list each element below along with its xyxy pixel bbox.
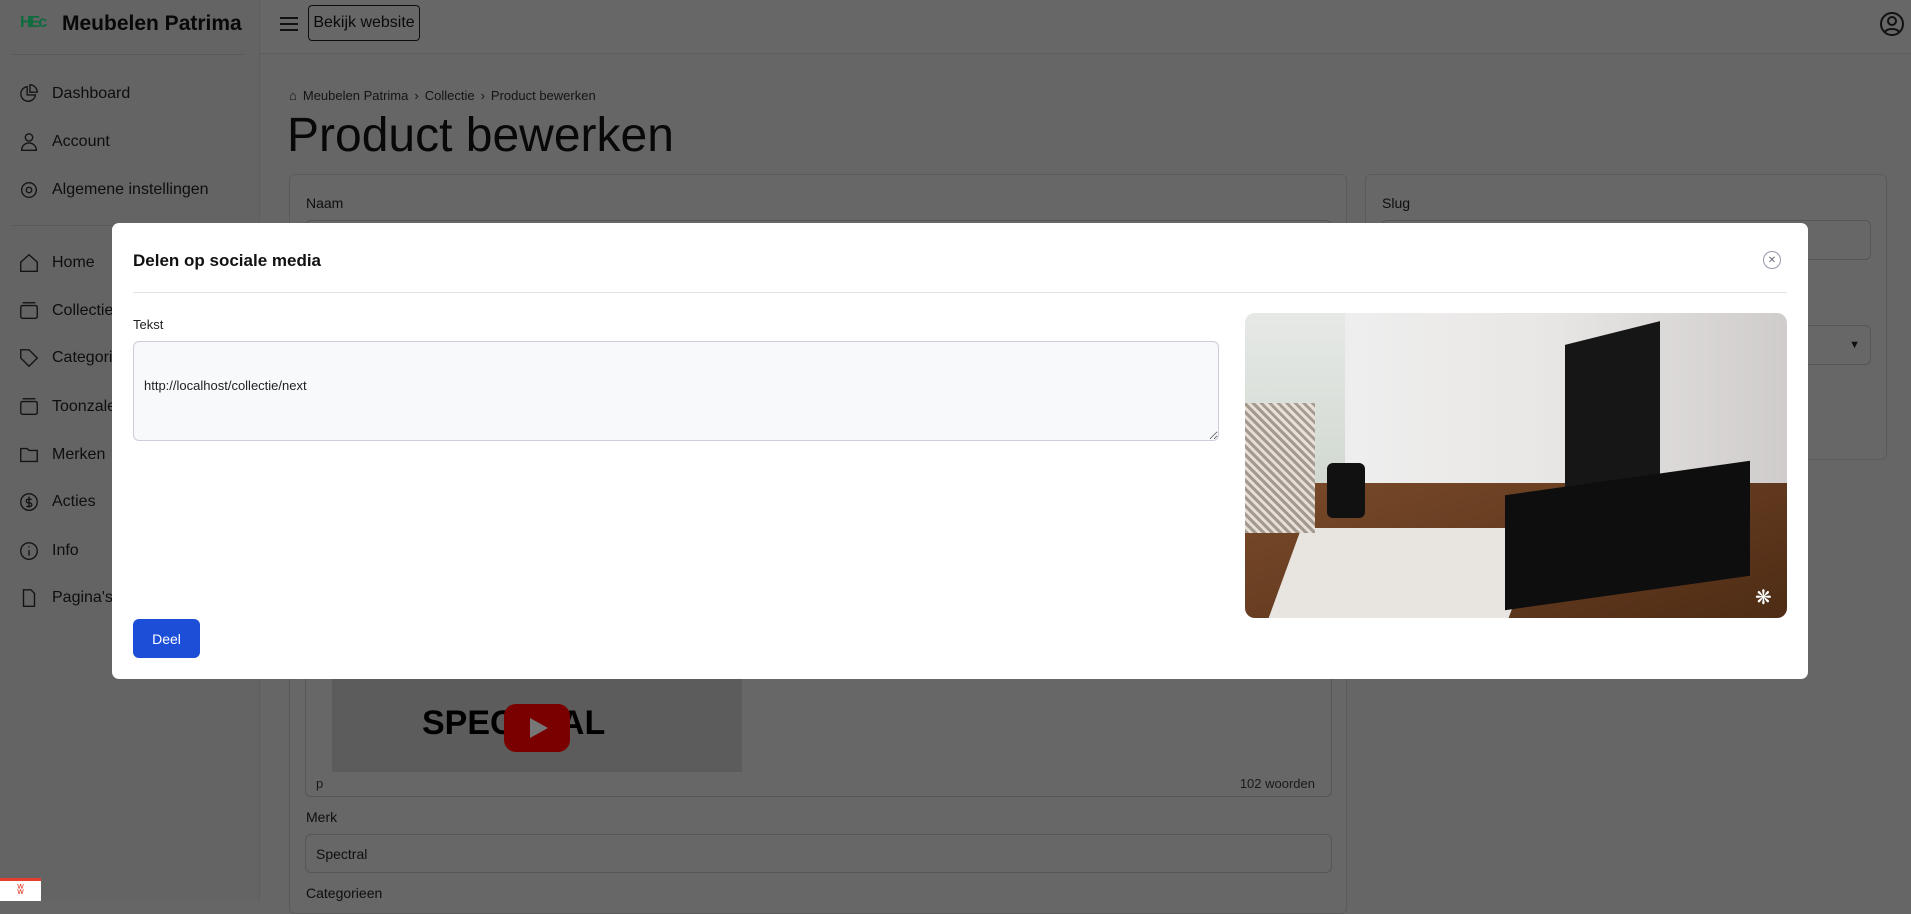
merk-label: Merk <box>306 809 338 825</box>
sidebar-item-label: Dashboard <box>52 85 131 102</box>
sidebar-item-merken[interactable]: Merken <box>18 444 105 466</box>
home-icon: ⌂ <box>289 88 297 103</box>
sidebar-item-toonzalen[interactable]: Toonzalen <box>18 396 125 418</box>
breadcrumb-item: Product bewerken <box>490 88 596 103</box>
sidebar-item-dashboard[interactable]: Dashboard <box>18 83 130 105</box>
folder-icon <box>20 447 38 463</box>
sidebar-item-info[interactable]: Info <box>18 540 79 562</box>
home-icon <box>20 253 38 272</box>
logo[interactable]: HEc Meubelen Patrima <box>20 12 242 36</box>
share-text-input[interactable]: http://localhost/collectie/next <box>133 341 1219 441</box>
divider <box>133 292 1787 293</box>
chevron-down-icon: ▼ <box>1849 339 1860 351</box>
video-thumbnail[interactable]: SPECTRAL <box>332 676 742 772</box>
brand-logo-icon: ❋ <box>1755 587 1772 609</box>
editor-path: p <box>316 776 324 791</box>
pie-chart-icon <box>20 84 38 102</box>
sidebar-item-label: Collectie <box>52 302 114 319</box>
dollar-icon <box>20 493 38 511</box>
chevron-right-icon: › <box>480 88 485 103</box>
breadcrumb-item[interactable]: Meubelen Patrima <box>303 88 409 103</box>
sidebar-item-label: Pagina's <box>52 589 113 606</box>
laravel-icon[interactable]: ʬ <box>0 878 41 901</box>
menu-icon[interactable] <box>279 15 299 33</box>
archive-icon <box>20 302 38 320</box>
sidebar-item-acties[interactable]: Acties <box>18 491 96 513</box>
slug-label: Slug <box>1382 195 1411 211</box>
categories-label: Categorieen <box>306 885 383 901</box>
tag-icon <box>20 349 39 368</box>
sidebar-item-label: Algemene instellingen <box>52 181 209 198</box>
sidebar-item-label: Home <box>52 254 95 271</box>
sidebar-item-label: Merken <box>52 446 106 463</box>
sidebar-item-settings[interactable]: Algemene instellingen <box>18 179 209 201</box>
topbar: Bekijk website <box>260 0 1911 54</box>
gear-icon <box>20 181 38 199</box>
sidebar-item-label: Account <box>52 133 110 150</box>
name-label: Naam <box>306 195 344 211</box>
sidebar-item-home[interactable]: Home <box>18 252 95 274</box>
sidebar-item-account[interactable]: Account <box>18 131 110 153</box>
close-icon[interactable]: ✕ <box>1763 251 1781 269</box>
file-icon <box>22 589 36 607</box>
info-icon <box>20 542 38 560</box>
breadcrumb-item[interactable]: Collectie <box>425 88 475 103</box>
app-name: Meubelen Patrima <box>62 12 242 35</box>
sidebar-item-collectie[interactable]: Collectie <box>18 300 113 322</box>
text-label: Tekst <box>133 317 164 332</box>
view-website-button[interactable]: Bekijk website <box>308 5 420 41</box>
sidebar-item-paginas[interactable]: Pagina's <box>18 587 113 609</box>
user-circle-icon[interactable] <box>1879 11 1905 37</box>
archive-icon <box>20 398 38 416</box>
sidebar-item-label: Info <box>52 542 79 559</box>
divider <box>12 54 244 55</box>
sidebar-item-label: Acties <box>52 493 96 510</box>
chevron-right-icon: › <box>414 88 419 103</box>
share-modal: Delen op sociale media ✕ Tekst http://lo… <box>112 223 1808 679</box>
product-image: ❋ <box>1245 313 1787 618</box>
breadcrumb: ⌂ Meubelen Patrima › Collectie › Product b… <box>289 88 596 103</box>
play-icon[interactable] <box>504 704 570 752</box>
merk-input[interactable]: Spectral <box>305 834 1332 873</box>
share-button[interactable]: Deel <box>133 619 200 658</box>
word-count: 102 woorden <box>1239 776 1315 791</box>
logo-mark: HEc <box>20 14 47 31</box>
modal-title: Delen op sociale media <box>133 251 322 270</box>
page-title: Product bewerken <box>287 109 674 162</box>
user-icon <box>20 133 38 151</box>
